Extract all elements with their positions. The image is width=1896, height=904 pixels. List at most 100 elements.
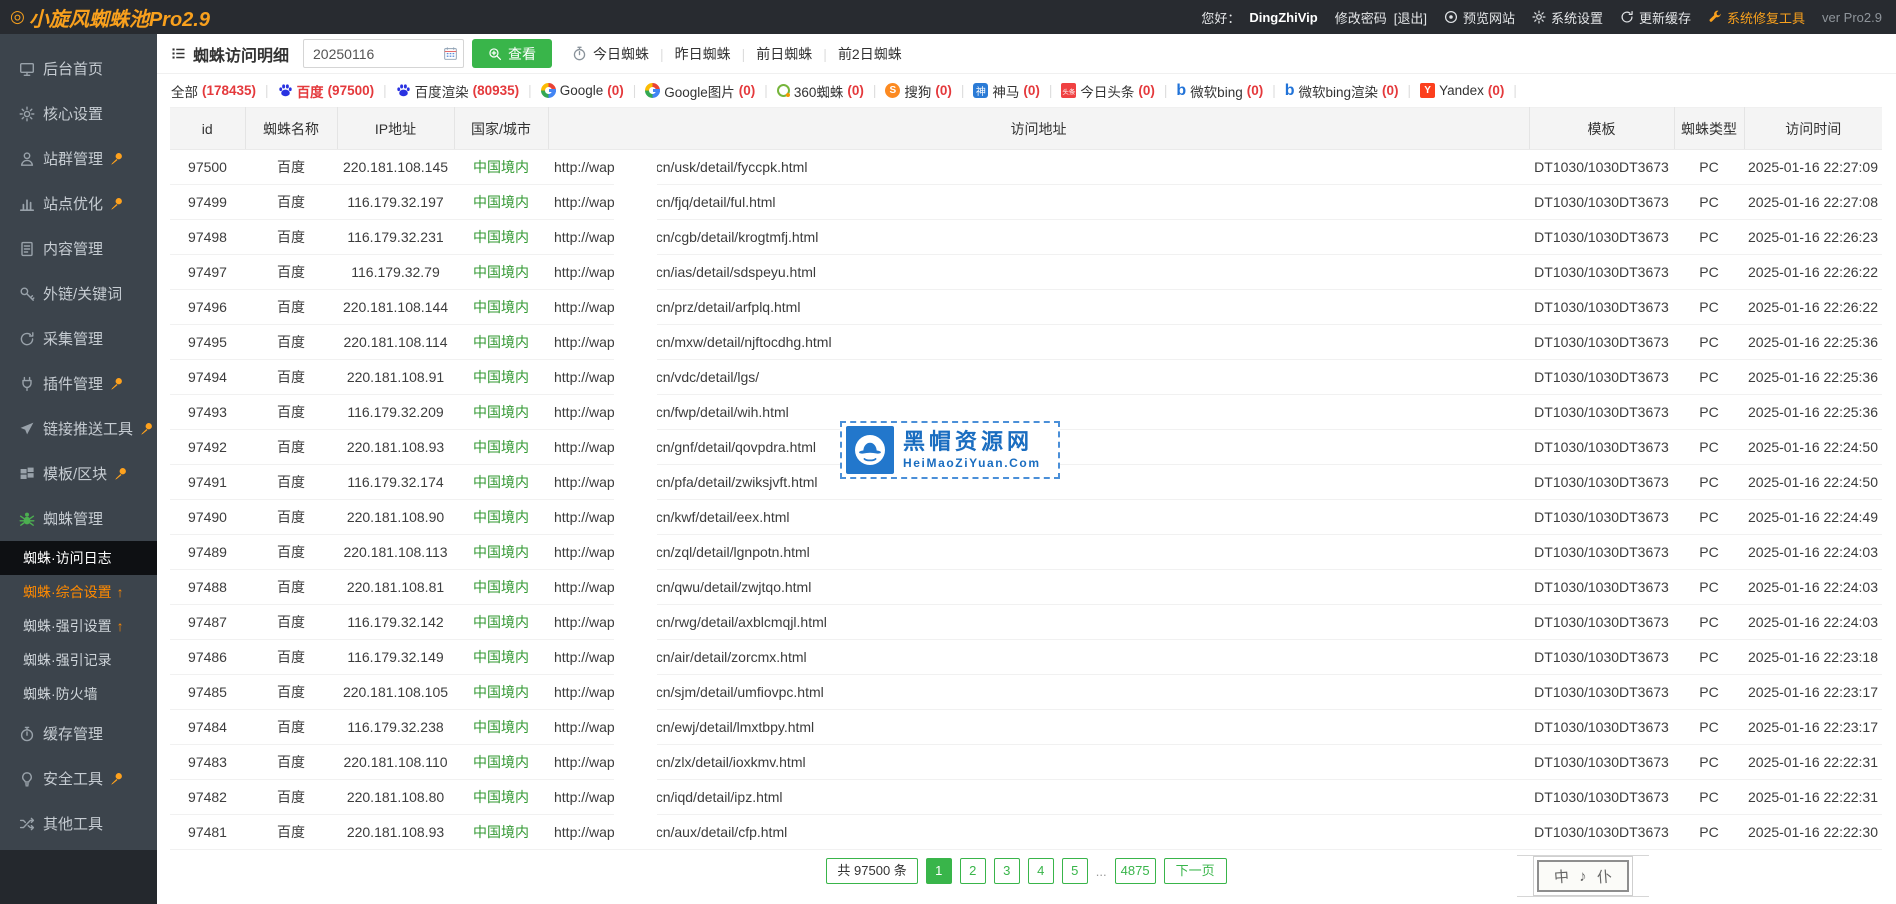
sidebar-item-蜘蛛管理[interactable]: 蜘蛛管理 [0,496,157,541]
sidebar-item-label: 蜘蛛·访问日志 [23,548,112,568]
logout-link[interactable]: [退出] [1394,8,1427,27]
main-content: 蜘蛛访问明细 查看 今日蜘蛛|昨日蜘蛛|前日蜘蛛|前2日蜘蛛 全部(178435… [157,34,1896,904]
bing-icon: b [1176,83,1186,98]
sidebar-item-蜘蛛·防火墙[interactable]: 蜘蛛·防火墙 [0,677,157,711]
filter-微软bing[interactable]: b微软bing(0) [1176,81,1263,101]
cell-template: DT1030/1030DT3673 [1529,500,1674,535]
sidebar-item-链接推送工具[interactable]: 链接推送工具 [0,406,157,451]
cell-spider-type: PC [1674,290,1744,325]
sidebar-item-其他工具[interactable]: 其他工具 [0,801,157,846]
divider: | [265,83,269,98]
change-password-link[interactable]: 修改密码 [1335,8,1387,27]
view-button[interactable]: 查看 [472,39,552,68]
preview-site-link[interactable]: 预览网站 [1444,8,1515,27]
sidebar-item-模板/区块[interactable]: 模板/区块 [0,451,157,496]
cell-visit-time: 2025-01-16 22:26:22 [1744,290,1882,325]
sidebar-item-内容管理[interactable]: 内容管理 [0,226,157,271]
watermark-box: 黑帽资源网 HeiMaoZiYuan.Com [840,421,1060,479]
next-page-button[interactable]: 下一页 [1164,858,1227,884]
filter-百度[interactable]: 百度(97500) [278,81,375,101]
repair-tool-link[interactable]: 系统修复工具 [1708,8,1805,27]
sidebar-item-安全工具[interactable]: 安全工具 [0,756,157,801]
sidebar-item-蜘蛛·综合设置[interactable]: 蜘蛛·综合设置↑ [0,575,157,609]
table-row: 97482百度220.181.108.80中国境内http://wapcn/iq… [170,780,1882,815]
cell-id: 97496 [170,290,245,325]
column-header-国家/城市: 国家/城市 [454,108,548,150]
page-button-3[interactable]: 3 [994,858,1020,884]
sidebar-item-蜘蛛·强引设置[interactable]: 蜘蛛·强引设置↑ [0,609,157,643]
page-button-4[interactable]: 4 [1028,858,1054,884]
cell-template: DT1030/1030DT3673 [1529,815,1674,850]
cell-spider-type: PC [1674,500,1744,535]
sidebar-item-插件管理[interactable]: 插件管理 [0,361,157,406]
filter-全部[interactable]: 全部(178435) [171,81,256,101]
sidebar-item-核心设置[interactable]: 核心设置 [0,91,157,136]
cell-id: 97489 [170,535,245,570]
cell-ip: 220.181.108.145 [337,150,454,185]
divider: | [1272,83,1276,98]
filter-搜狗[interactable]: S搜狗(0) [885,81,952,101]
pin-icon [140,422,154,436]
stopwatch-icon [19,726,35,742]
spider-icon [19,511,35,527]
sidebar-item-采集管理[interactable]: 采集管理 [0,316,157,361]
calendar-icon[interactable] [443,46,458,61]
page-button-2[interactable]: 2 [960,858,986,884]
sidebar-item-站群管理[interactable]: 站群管理 [0,136,157,181]
sidebar-menu: 后台首页核心设置站群管理站点优化内容管理外链/关键词采集管理插件管理链接推送工具… [0,34,157,850]
column-header-蜘蛛类型: 蜘蛛类型 [1674,108,1744,150]
filter-微软bing渲染[interactable]: b微软bing渲染(0) [1285,81,1399,101]
cell-spider-name: 百度 [245,605,337,640]
quick-link-前2日蜘蛛[interactable]: 前2日蜘蛛 [838,44,902,64]
table-row: 97498百度116.179.32.231中国境内http://wapcn/cg… [170,220,1882,255]
cell-spider-type: PC [1674,605,1744,640]
sidebar-item-label: 蜘蛛·强引记录 [23,650,112,670]
sidebar-item-label: 安全工具 [43,768,103,789]
quick-link-昨日蜘蛛[interactable]: 昨日蜘蛛 [675,44,731,64]
cell-template: DT1030/1030DT3673 [1529,780,1674,815]
date-input[interactable] [303,39,464,68]
page-button-last[interactable]: 4875 [1115,858,1156,884]
sidebar-item-蜘蛛·强引记录[interactable]: 蜘蛛·强引记录 [0,643,157,677]
refresh-cache-link[interactable]: 更新缓存 [1620,8,1691,27]
filter-360蜘蛛[interactable]: 360蜘蛛(0) [777,81,864,101]
filter-Yandex[interactable]: YYandex(0) [1420,83,1504,98]
stopwatch-icon [572,46,587,61]
divider: | [1164,83,1168,98]
cell-spider-name: 百度 [245,430,337,465]
sidebar-item-label: 缓存管理 [43,723,103,744]
url-privacy-mask [614,150,657,849]
quick-link-今日蜘蛛[interactable]: 今日蜘蛛 [593,44,649,64]
cell-template: DT1030/1030DT3673 [1529,290,1674,325]
cell-id: 97494 [170,360,245,395]
cell-spider-name: 百度 [245,255,337,290]
table-row: 97483百度220.181.108.110中国境内http://wapcn/z… [170,745,1882,780]
page-button-5[interactable]: 5 [1062,858,1088,884]
system-settings-link[interactable]: 系统设置 [1532,8,1603,27]
table-row: 97481百度220.181.108.93中国境内http://wapcn/au… [170,815,1882,850]
sidebar-item-蜘蛛·访问日志[interactable]: 蜘蛛·访问日志 [0,541,157,575]
filter-今日头条[interactable]: 头条今日头条(0) [1061,81,1155,101]
cell-spider-type: PC [1674,255,1744,290]
sidebar-item-label: 其他工具 [43,813,103,834]
filter-神马[interactable]: 神神马(0) [973,81,1040,101]
cell-spider-type: PC [1674,150,1744,185]
filter-百度渲染[interactable]: 百度渲染(80935) [396,81,520,101]
topbar: ◎ 小旋风蜘蛛池Pro2.9 您好： DingZhiVip 修改密码 [退出] … [0,0,1896,34]
cell-ip: 220.181.108.144 [337,290,454,325]
sidebar-item-外链/关键词[interactable]: 外链/关键词 [0,271,157,316]
cell-visit-time: 2025-01-16 22:26:22 [1744,255,1882,290]
cell-spider-name: 百度 [245,395,337,430]
cell-ip: 116.179.32.149 [337,640,454,675]
cell-url: http://wapcn/prz/detail/arfplq.html [548,290,1529,325]
quick-link-前日蜘蛛[interactable]: 前日蜘蛛 [756,44,812,64]
sidebar-item-后台首页[interactable]: 后台首页 [0,46,157,91]
page-button-1[interactable]: 1 [926,858,952,884]
sidebar-item-缓存管理[interactable]: 缓存管理 [0,711,157,756]
table-row: 97496百度220.181.108.144中国境内http://wapcn/p… [170,290,1882,325]
cell-ip: 220.181.108.81 [337,570,454,605]
sidebar-item-label: 蜘蛛·防火墙 [23,684,98,704]
filter-Google[interactable]: Google(0) [541,83,624,98]
filter-Google图片[interactable]: Google图片(0) [645,81,755,101]
sidebar-item-站点优化[interactable]: 站点优化 [0,181,157,226]
